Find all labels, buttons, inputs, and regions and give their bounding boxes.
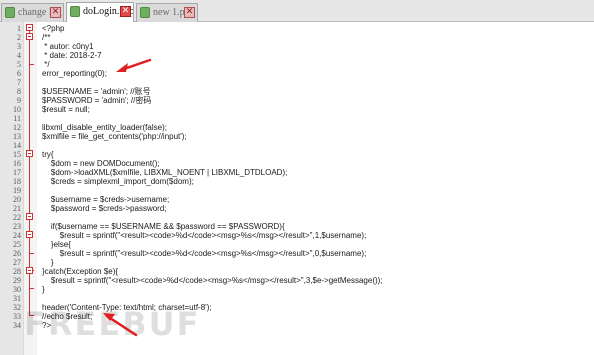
annotation-arrows xyxy=(103,58,152,337)
arrow-head xyxy=(116,63,128,72)
